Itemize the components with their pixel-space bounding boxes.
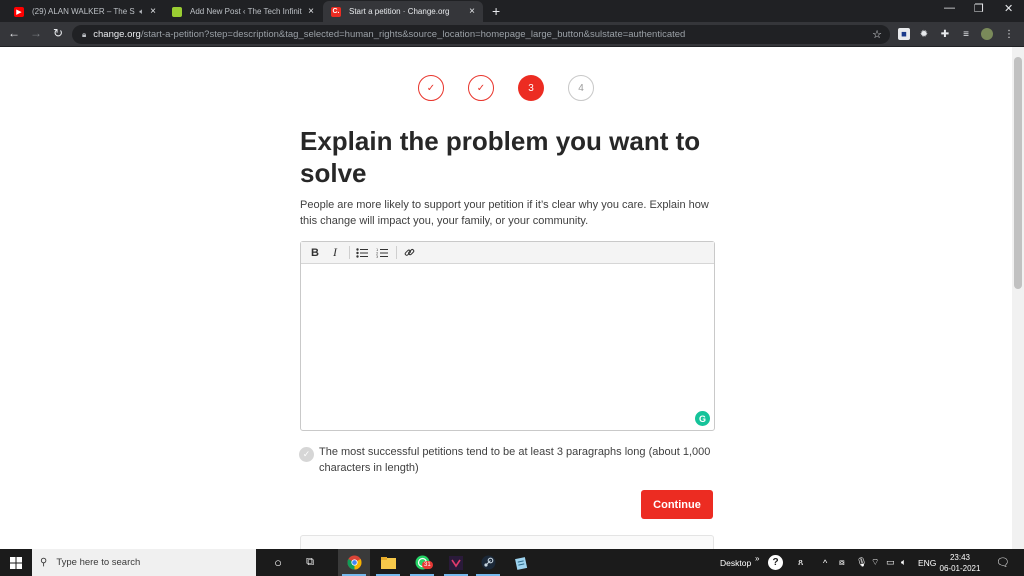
notifications-icon[interactable]: 🗨︎	[996, 549, 1010, 576]
help-icon[interactable]: ?	[768, 549, 783, 576]
clock-time: 23:43	[949, 553, 971, 562]
page-title: Explain the problem you want to solve	[300, 126, 701, 188]
notepad-app-icon[interactable]	[505, 549, 537, 576]
editor-toolbar: B I 123	[301, 242, 714, 264]
step-3-current: 3	[518, 75, 544, 101]
media-queue-icon[interactable]: ≡	[960, 28, 972, 40]
speaker-icon[interactable]: 🔈︎	[139, 7, 144, 17]
tab-title: Start a petition · Change.org	[349, 7, 450, 16]
tab-title: (29) ALAN WALKER – The Sp	[32, 7, 136, 16]
forward-icon[interactable]: →	[28, 26, 44, 40]
search-placeholder: Type here to search	[56, 557, 141, 568]
numbered-list-icon[interactable]: 123	[374, 245, 390, 261]
cortana-icon[interactable]: ○	[262, 549, 294, 576]
search-icon: ⚲	[40, 557, 48, 568]
step-4-pending: 4	[568, 75, 594, 101]
address-bar[interactable]: 🔒︎ change.org /start-a-petition?step=des…	[72, 25, 890, 44]
checkmark-icon: ✓	[299, 447, 314, 462]
grammarly-icon[interactable]: G	[695, 411, 710, 426]
extension-icon[interactable]: ✹	[918, 28, 930, 40]
close-tab-icon[interactable]: ×	[308, 6, 314, 17]
chrome-taskbar-icon[interactable]	[338, 549, 370, 576]
clock-date: 06-01-2021	[939, 564, 981, 573]
wifi-icon[interactable]: ⌔	[871, 549, 879, 576]
chevron-up-icon[interactable]: ^	[823, 549, 827, 576]
petition-editor: B I 123 G	[300, 241, 715, 431]
whatsapp-icon[interactable]: 31	[406, 549, 438, 576]
bookmark-star-icon[interactable]: ☆	[872, 28, 882, 41]
tab-change-org[interactable]: C. Start a petition · Change.org ×	[323, 1, 483, 22]
people-icon[interactable]: ጸ	[798, 549, 803, 576]
continue-button[interactable]: Continue	[641, 490, 713, 519]
browser-tab-bar: ▶ (29) ALAN WALKER – The Sp 🔈︎ × Add New…	[0, 0, 1024, 22]
reload-icon[interactable]: ↻	[50, 26, 66, 40]
back-icon[interactable]: ←	[6, 26, 22, 40]
taskbar-clock[interactable]: 23:43 06-01-2021	[938, 552, 982, 574]
desktop-toolbar-label[interactable]: Desktop	[720, 549, 751, 576]
url-host: change.org	[93, 29, 141, 40]
italic-button[interactable]: I	[327, 245, 343, 261]
volume-icon[interactable]: 🔈︎	[901, 549, 906, 576]
next-section-card	[300, 535, 714, 549]
steam-icon[interactable]	[472, 549, 504, 576]
close-window-icon[interactable]: ✕	[1004, 2, 1013, 15]
maximize-icon[interactable]: ❐	[974, 2, 984, 15]
windows-logo-icon	[10, 556, 22, 569]
profile-avatar[interactable]	[981, 28, 993, 40]
chevron-right-icon[interactable]: »	[755, 545, 759, 572]
browser-toolbar: ← → ↻ 🔒︎ change.org /start-a-petition?st…	[0, 22, 1024, 47]
site-favicon-icon	[172, 6, 182, 17]
step-1-complete: ✓	[418, 75, 444, 101]
scrollbar-thumb[interactable]	[1014, 57, 1022, 289]
language-indicator[interactable]: ENG	[918, 549, 936, 576]
microphone-icon[interactable]: 🎙︎	[856, 549, 867, 576]
tab-wordpress[interactable]: Add New Post ‹ The Tech Infinite ×	[164, 1, 322, 22]
start-button[interactable]	[0, 549, 32, 576]
bold-button[interactable]: B	[307, 245, 323, 261]
task-view-icon[interactable]: ⧉	[294, 549, 326, 576]
extension-icon[interactable]: ◼	[898, 28, 910, 40]
toolbar-divider	[349, 246, 350, 259]
page-content: ✓ ✓ 3 4 Explain the problem you want to …	[0, 47, 1012, 549]
bullet-list-icon[interactable]	[354, 245, 370, 261]
windows-taskbar: ⚲ Type here to search ○ ⧉ 31 Desktop » ?…	[0, 549, 1024, 576]
tab-title: Add New Post ‹ The Tech Infinite	[190, 7, 303, 16]
petition-text-area[interactable]	[301, 264, 714, 430]
file-explorer-icon[interactable]	[372, 549, 404, 576]
battery-icon[interactable]: ▭	[886, 549, 895, 576]
taskbar-search-box[interactable]: ⚲ Type here to search	[32, 549, 256, 576]
length-tip: The most successful petitions tend to be…	[319, 446, 711, 474]
camera-icon[interactable]: ⧇	[839, 549, 845, 576]
minimize-icon[interactable]: —	[944, 2, 955, 14]
change-org-favicon-icon: C.	[331, 6, 341, 17]
link-icon[interactable]	[401, 245, 417, 261]
svg-text:3: 3	[376, 255, 378, 258]
tab-youtube[interactable]: ▶ (29) ALAN WALKER – The Sp 🔈︎ ×	[6, 1, 164, 22]
lock-icon: 🔒︎	[82, 29, 87, 39]
whatsapp-badge: 31	[422, 561, 433, 569]
menu-kebab-icon[interactable]: ⋮	[1003, 28, 1015, 40]
youtube-icon: ▶	[14, 6, 24, 17]
new-tab-button[interactable]: +	[492, 3, 500, 19]
puzzle-icon[interactable]: ✚	[939, 28, 951, 40]
close-tab-icon[interactable]: ×	[150, 6, 156, 17]
toolbar-divider	[396, 246, 397, 259]
step-2-complete: ✓	[468, 75, 494, 101]
media-app-icon[interactable]	[440, 549, 472, 576]
close-tab-icon[interactable]: ×	[469, 6, 475, 17]
page-description: People are more likely to support your p…	[300, 199, 709, 227]
url-path: /start-a-petition?step=description&tag_s…	[140, 29, 686, 40]
page-scrollbar[interactable]	[1012, 47, 1024, 549]
